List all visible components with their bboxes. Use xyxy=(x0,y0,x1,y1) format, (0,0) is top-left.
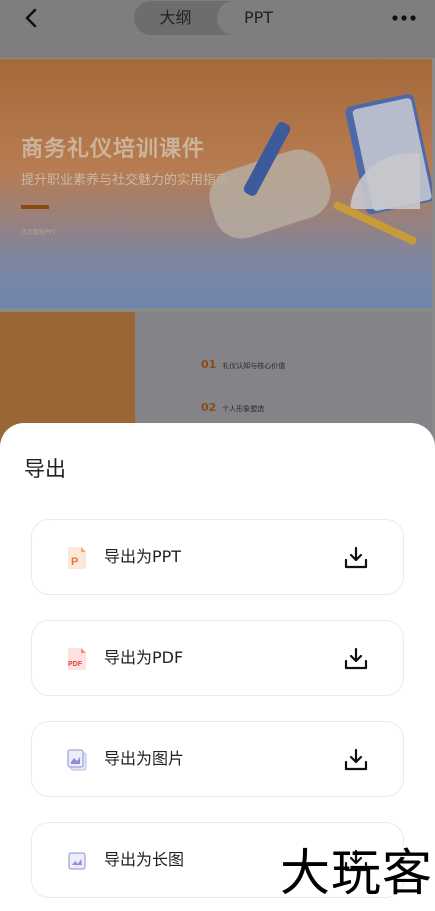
slide-preview-1[interactable]: 商务礼仪培训课件 提升职业素养与社交魅力的实用指南 讯文智能PPT xyxy=(0,59,432,308)
download-icon xyxy=(344,748,368,771)
export-label: 导出为PPT xyxy=(104,547,182,566)
top-bar: 大纲 PPT xyxy=(0,0,435,58)
export-label: 导出为PDF xyxy=(104,648,184,667)
export-pdf-button[interactable]: PDF 导出为PDF xyxy=(31,620,404,696)
more-icon[interactable] xyxy=(391,14,417,22)
export-image-button[interactable]: 导出为图片 xyxy=(31,721,404,797)
download-icon xyxy=(344,647,368,670)
pdf-file-icon: PDF xyxy=(68,648,86,670)
stationery-illustration xyxy=(209,94,432,245)
agenda-item: 02 个人形象塑造 xyxy=(201,401,265,414)
export-label: 导出为长图 xyxy=(104,850,185,869)
view-toggle: 大纲 PPT xyxy=(134,1,300,35)
back-arrow-icon[interactable] xyxy=(20,6,44,30)
export-ppt-button[interactable]: P 导出为PPT xyxy=(31,519,404,595)
agenda-item: 01 礼仪认知与核心价值 xyxy=(201,358,286,371)
slide-accent-bar xyxy=(21,205,49,209)
ppt-file-icon: P xyxy=(68,547,86,569)
slide-footnote: 讯文智能PPT xyxy=(21,229,56,236)
svg-text:PDF: PDF xyxy=(68,661,83,668)
watermark: 大玩客 xyxy=(280,844,433,902)
long-image-icon xyxy=(68,852,86,870)
tab-ppt[interactable]: PPT xyxy=(217,1,300,35)
images-icon xyxy=(67,749,87,771)
svg-text:P: P xyxy=(71,556,78,568)
sheet-title: 导出 xyxy=(24,457,66,481)
tab-outline[interactable]: 大纲 xyxy=(134,1,217,35)
export-label: 导出为图片 xyxy=(104,749,185,768)
slide-title: 商务礼仪培训课件 xyxy=(21,137,206,162)
download-icon xyxy=(344,546,368,569)
